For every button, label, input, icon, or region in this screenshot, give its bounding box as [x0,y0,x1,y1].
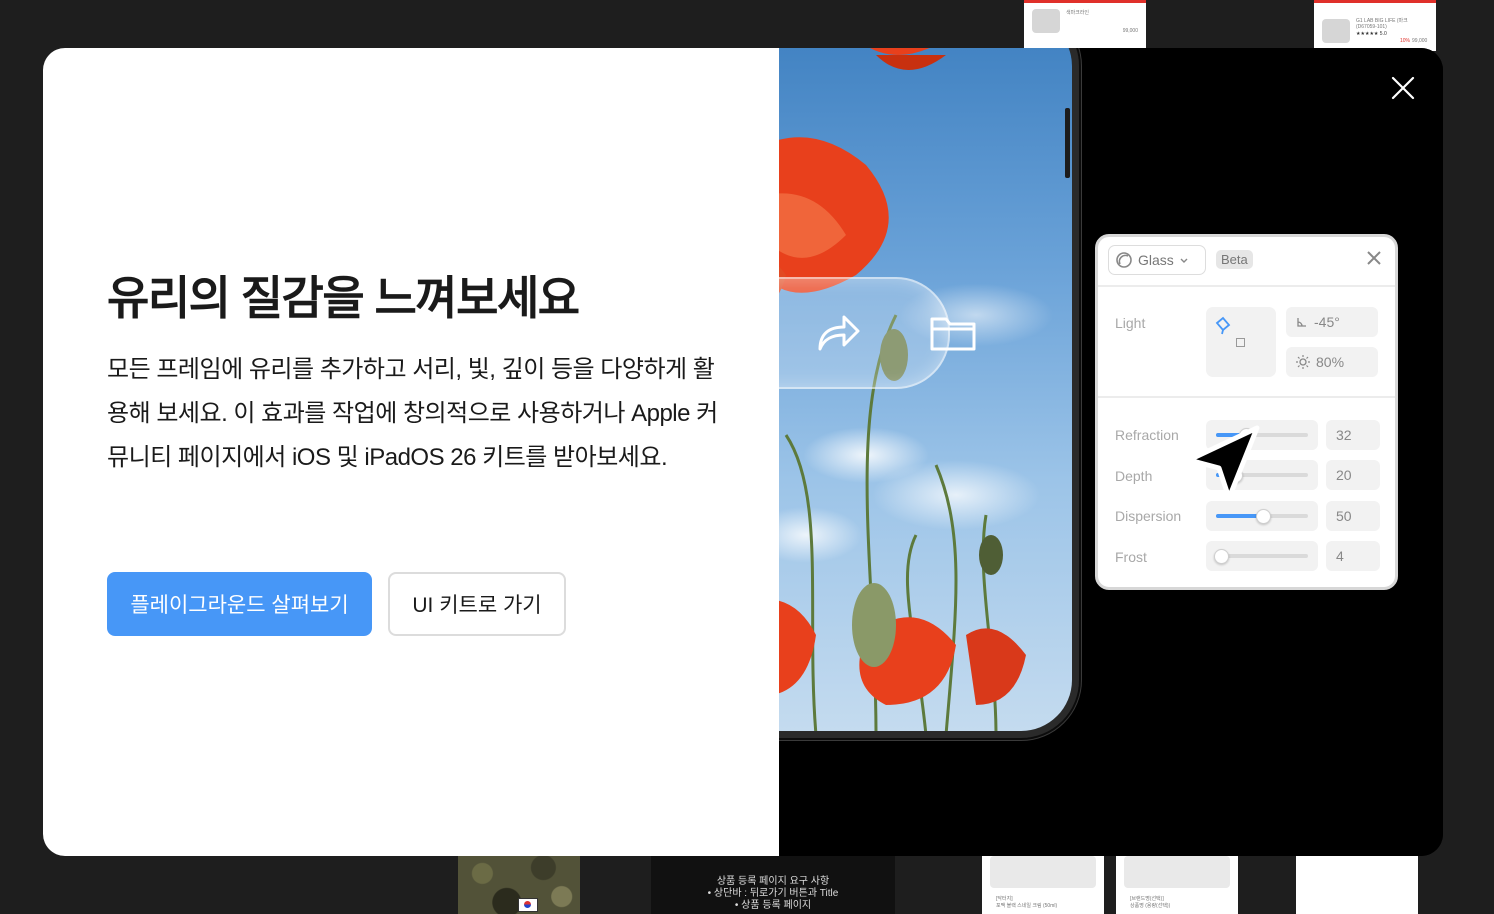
bg-artboard-product-1: 색마크라인 99,000 [1024,0,1146,51]
beta-badge: Beta [1216,250,1253,269]
share-icon[interactable] [814,311,862,355]
close-icon [1391,76,1415,100]
bg-artboard-empty [1296,856,1418,914]
bg-artboard-product-2: G1 LAB BIG LIFE (마크 (D67059-101) ★★★★★ 5… [1314,0,1436,51]
glass-effect-icon [1116,252,1132,268]
modal-title: 유리의 질감을 느껴보세요 [107,272,580,324]
angle-icon [1297,318,1306,327]
dispersion-value[interactable]: 50 [1326,501,1380,531]
light-source-icon [1215,316,1231,335]
bg-doc-title: 상품 등록 페이지 요구 사항 [716,876,830,887]
modal-preview-panel: Glass Beta Light -45° 80% Refraction 32 … [779,48,1443,856]
bg-product-line1: G1 LAB BIG LIFE (마크 [1356,18,1408,24]
chevron-down-icon [1180,258,1188,263]
bg-product-thumb [1124,856,1230,888]
frost-value[interactable]: 4 [1326,541,1380,571]
glass-toolbar [779,277,976,389]
phone-side-button [1065,108,1070,178]
bg-product-name: [브랜드명(선택)] 상품명 (용량(선택)) [1130,896,1171,909]
light-target-square [1236,338,1245,347]
bg-product-thumb [990,856,1096,888]
modal-description: 모든 프레임에 유리를 추가하고 서리, 빛, 깊이 등을 다양하게 활용해 보… [107,356,718,471]
modal-content-panel: 유리의 질감을 느껴보세요 모든 프레임에 유리를 추가하고 서리, 빛, 깊이… [43,48,779,856]
sun-icon [1296,355,1310,369]
explore-playground-button[interactable]: 플레이그라운드 살펴보기 [107,572,372,636]
pointer-cursor-icon [1186,425,1260,501]
bg-artboard-product-3: [닥터지] 포맥 블랙 스네일 크림 (50ml) [982,856,1104,914]
light-angle-field[interactable]: -45° [1286,307,1378,337]
panel-close-icon[interactable] [1367,251,1381,265]
bg-product-price: 99,000 [1412,38,1428,44]
bg-product-price: 99,000 [1122,28,1138,34]
dispersion-slider[interactable] [1206,501,1318,531]
panel-divider [1098,285,1395,287]
bg-requirements-doc: 상품 등록 페이지 요구 사항 • 상단바 : 뒤로가기 버튼과 Title •… [651,856,895,914]
slider-label-depth: Depth [1115,468,1153,484]
folder-icon[interactable] [928,311,980,355]
bg-product-thumb [1322,19,1350,43]
depth-value[interactable]: 20 [1326,460,1380,490]
light-intensity-value: 80% [1316,354,1345,370]
bg-doc-item: • 상단바 : 뒤로가기 버튼과 Title [707,888,839,899]
light-angle-value: -45° [1314,314,1340,330]
panel-divider [1098,396,1395,398]
feature-modal: 유리의 질감을 느껴보세요 모든 프레임에 유리를 추가하고 서리, 빛, 깊이… [43,48,1443,856]
slider-label-frost: Frost [1115,549,1147,565]
go-to-ui-kit-button[interactable]: UI 키트로 가기 [388,572,566,636]
modal-close-button[interactable] [1379,64,1427,112]
light-label: Light [1115,315,1146,331]
bg-doc-item: • 상품 등록 페이지 [734,900,812,911]
bg-backpack-image [458,856,580,914]
bg-product-title: 색마크라인 [1066,10,1090,16]
refraction-value[interactable]: 32 [1326,420,1380,450]
effect-type-label: Glass [1138,252,1174,268]
light-intensity-field[interactable]: 80% [1286,347,1378,377]
effect-type-dropdown[interactable]: Glass [1108,245,1206,275]
bg-product-thumb [1032,9,1060,33]
slider-label-refraction: Refraction [1115,427,1179,443]
bg-product-rating: ★★★★★ 5.0 [1356,31,1387,37]
frost-slider[interactable] [1206,541,1318,571]
poppy-photo [779,48,1072,731]
poppy-illustration [779,48,1026,731]
phone-mockup [779,48,1079,738]
bg-product-name: [닥터지] 포맥 블랙 스네일 크림 (50ml) [996,896,1058,909]
bg-product-line2: (D67059-101) [1356,24,1387,30]
glass-settings-panel: Glass Beta Light -45° 80% Refraction 32 … [1095,234,1398,590]
slider-label-dispersion: Dispersion [1115,508,1182,524]
flag-patch [518,898,538,912]
light-direction-picker[interactable] [1206,307,1276,377]
bg-product-discount: 10% [1400,38,1411,44]
bg-artboard-product-4: [브랜드명(선택)] 상품명 (용량(선택)) [1116,856,1238,914]
